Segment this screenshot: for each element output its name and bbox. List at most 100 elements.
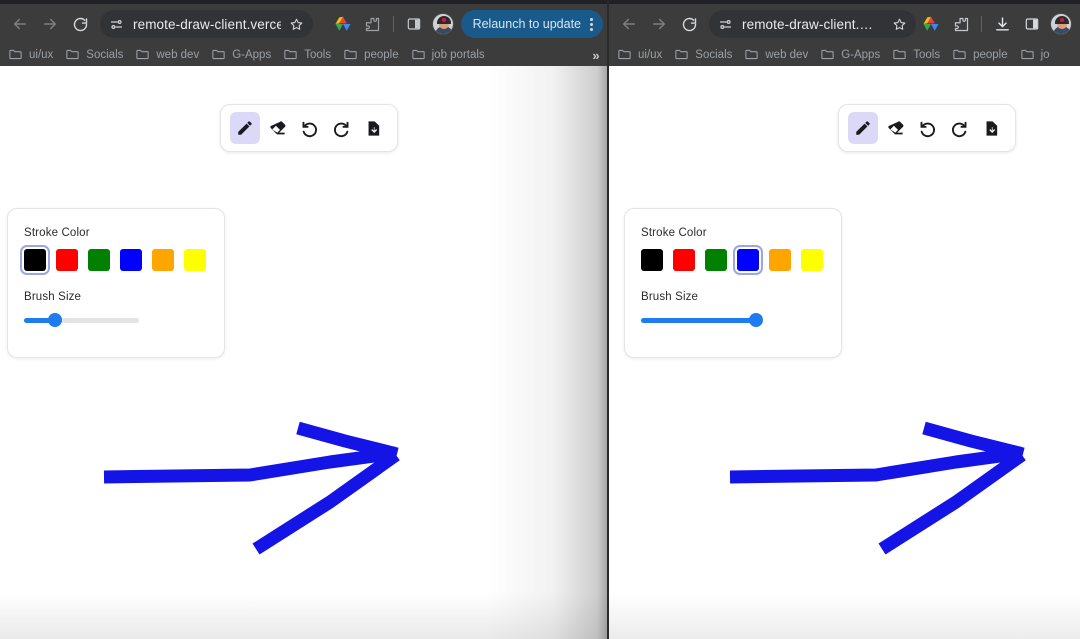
redo-tool[interactable] (944, 112, 974, 144)
web-page-left: Stroke Color Brush Size (0, 66, 609, 639)
pencil-tool[interactable] (848, 112, 878, 144)
bookmark-label: people (364, 49, 399, 61)
browser-chrome-left: remote-draw-client.verce… (0, 0, 609, 66)
color-swatch-green[interactable] (705, 249, 727, 271)
bookmark-item[interactable]: people (339, 45, 407, 65)
bookmark-item[interactable]: G-Apps (816, 45, 888, 65)
download-icon[interactable] (989, 11, 1015, 37)
bookmark-item[interactable]: Tools (888, 45, 948, 65)
reload-icon[interactable] (675, 10, 703, 38)
folder-icon (283, 47, 299, 63)
color-swatch-black[interactable] (20, 245, 50, 275)
browser-toolbar-right: remote-draw-client.… (609, 4, 1080, 44)
save-tool[interactable] (358, 112, 388, 144)
folder-icon (211, 47, 227, 63)
tune-icon[interactable] (715, 14, 735, 34)
bookmark-item[interactable]: web dev (740, 45, 816, 65)
color-swatch-red[interactable] (673, 249, 695, 271)
bookmark-label: Socials (695, 49, 733, 61)
side-panel-icon[interactable] (1019, 11, 1045, 37)
color-swatch-orange[interactable] (769, 249, 791, 271)
color-swatch-orange[interactable] (152, 249, 174, 271)
bookmark-item[interactable]: people (948, 45, 1016, 65)
undo-tool[interactable] (912, 112, 942, 144)
bookmark-item[interactable]: Socials (61, 45, 131, 65)
forward-arrow-icon[interactable] (645, 10, 673, 38)
bookmark-label: web dev (765, 49, 809, 61)
side-panel-icon[interactable] (401, 11, 427, 37)
bookmarks-overflow-icon[interactable]: » (587, 46, 605, 64)
brush-size-slider-left[interactable] (24, 313, 139, 327)
extensions-puzzle-icon[interactable] (948, 11, 974, 37)
bookmark-item[interactable]: web dev (131, 45, 207, 65)
bookmark-item[interactable]: ui/ux (4, 45, 61, 65)
bookmark-label: G-Apps (232, 49, 272, 61)
bookmarks-bar-left: ui/ux Socials web dev G-Apps Tools people job … (0, 44, 609, 66)
redo-tool[interactable] (326, 112, 356, 144)
brush-size-slider-right[interactable] (641, 313, 763, 327)
color-swatch-blue[interactable] (120, 249, 142, 271)
bookmark-item[interactable]: Tools (279, 45, 339, 65)
color-swatch-yellow[interactable] (184, 249, 206, 271)
stroke-settings-card-left: Stroke Color Brush Size (7, 208, 225, 358)
web-page-right: Stroke Color Brush Size (609, 66, 1080, 639)
folder-icon (674, 47, 690, 63)
bookmark-label: G-Apps (841, 49, 881, 61)
bookmark-item[interactable]: G-Apps (207, 45, 279, 65)
slider-thumb[interactable] (48, 313, 63, 327)
bookmark-item[interactable]: Socials (670, 45, 740, 65)
extensions-puzzle-icon[interactable] (360, 11, 386, 37)
folder-icon (65, 47, 81, 63)
profile-avatar[interactable] (1050, 13, 1072, 35)
drawing-tool-palette-right (838, 104, 1016, 152)
tune-icon[interactable] (106, 14, 126, 34)
back-arrow-icon[interactable] (615, 10, 643, 38)
color-swatch-green[interactable] (88, 249, 110, 271)
folder-icon (617, 47, 633, 63)
browser-chrome-right: remote-draw-client.… ui/ux Socials web d… (609, 0, 1080, 66)
relaunch-label: Relaunch to update (472, 17, 581, 31)
color-swatch-black[interactable] (641, 249, 663, 271)
save-tool[interactable] (976, 112, 1006, 144)
color-swatch-red[interactable] (56, 249, 78, 271)
undo-tool[interactable] (294, 112, 324, 144)
drawing-tool-palette-left (220, 104, 398, 152)
reload-icon[interactable] (66, 10, 94, 38)
google-drive-icon[interactable] (330, 11, 356, 37)
browser-window-left: remote-draw-client.verce… (0, 0, 609, 639)
folder-icon (411, 47, 427, 63)
folder-icon (744, 47, 760, 63)
folder-icon (8, 47, 24, 63)
forward-arrow-icon[interactable] (36, 10, 64, 38)
bookmark-item[interactable]: jo (1016, 45, 1058, 65)
folder-icon (343, 47, 359, 63)
slider-thumb[interactable] (749, 313, 763, 327)
omnibox-right[interactable]: remote-draw-client.… (709, 10, 916, 38)
toolbar-divider (981, 16, 982, 32)
stroke-color-swatches-left (20, 245, 208, 275)
bookmark-label: ui/ux (638, 49, 663, 61)
color-swatch-blue[interactable] (733, 245, 763, 275)
google-drive-icon[interactable] (918, 11, 944, 37)
bookmarks-bar-right: ui/ux Socials web dev G-Apps Tools people jo (609, 44, 1080, 66)
bookmark-label: job portals (431, 49, 485, 61)
back-arrow-icon[interactable] (6, 10, 34, 38)
stroke-color-label: Stroke Color (641, 227, 707, 239)
bookmark-label: Tools (304, 49, 332, 61)
bookmark-star-icon[interactable] (287, 15, 305, 33)
eraser-tool[interactable] (262, 112, 292, 144)
bookmark-item[interactable]: job portals (407, 45, 493, 65)
three-dot-menu-icon[interactable] (581, 13, 601, 35)
color-swatch-yellow[interactable] (801, 249, 823, 271)
stroke-color-swatches-right (641, 245, 825, 275)
bookmark-label: Tools (913, 49, 941, 61)
pencil-tool[interactable] (230, 112, 260, 144)
eraser-tool[interactable] (880, 112, 910, 144)
profile-avatar[interactable] (431, 13, 454, 35)
bookmark-item[interactable]: ui/ux (613, 45, 670, 65)
relaunch-to-update-button[interactable]: Relaunch to update (460, 10, 603, 38)
omnibox-left[interactable]: remote-draw-client.verce… (100, 10, 313, 38)
slider-fill (641, 318, 756, 323)
brush-size-label: Brush Size (641, 291, 699, 303)
bookmark-star-icon[interactable] (890, 15, 908, 33)
